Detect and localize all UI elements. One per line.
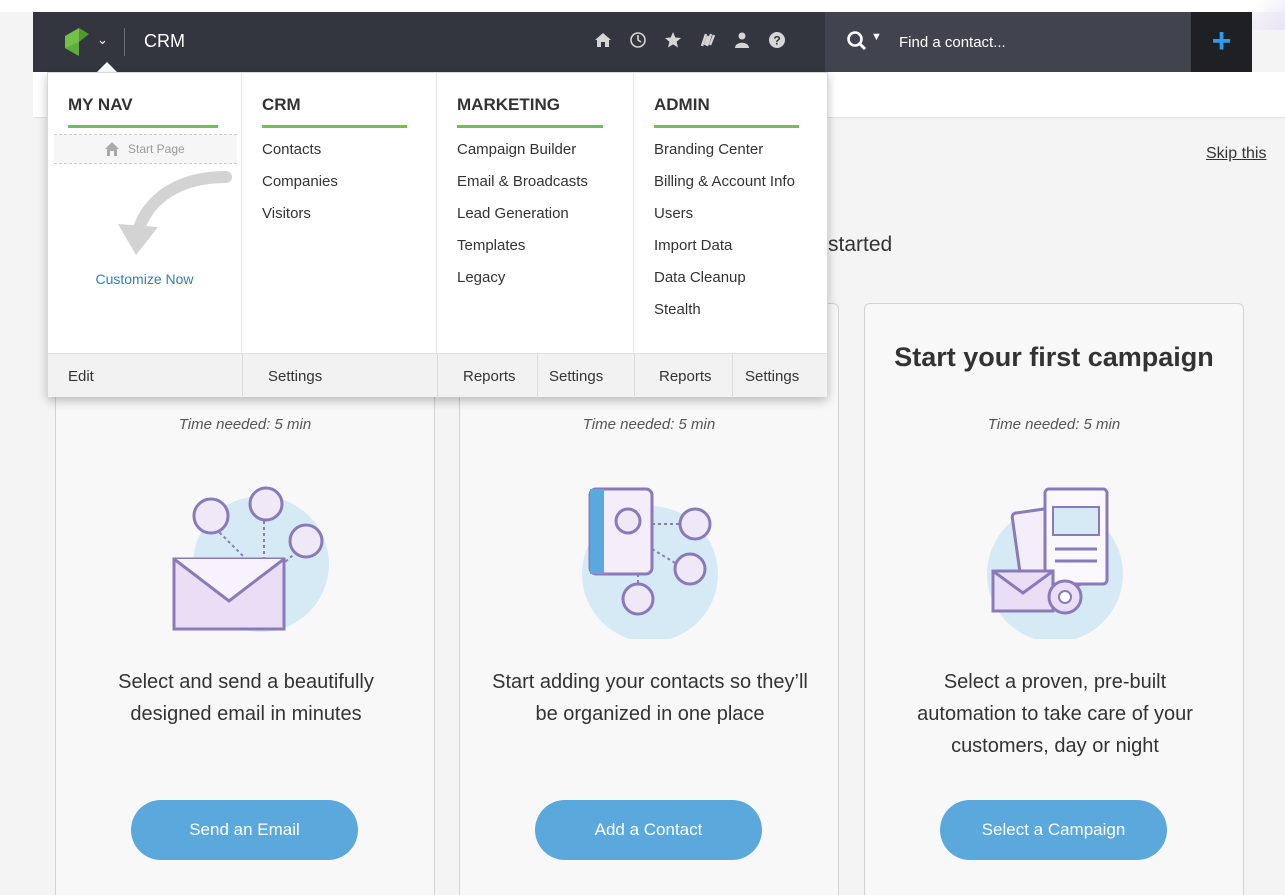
menu-column-my-nav: MY NAV Start Page Customize Now: [48, 73, 242, 353]
home-icon[interactable]: [592, 31, 614, 53]
card-time: Time needed: 5 min: [987, 416, 1121, 433]
footer-divider: [437, 354, 438, 398]
menu-item-legacy[interactable]: Legacy: [457, 269, 505, 286]
search-input[interactable]: [899, 26, 1169, 58]
menu-item-branding-center[interactable]: Branding Center: [654, 141, 763, 158]
email-illustration-icon: [172, 486, 329, 632]
home-icon: [105, 142, 119, 156]
add-button[interactable]: +: [1191, 12, 1252, 72]
footer-divider: [634, 354, 635, 398]
column-heading: ADMIN: [654, 95, 710, 114]
svg-text:?: ?: [773, 34, 780, 48]
menu-item-visitors[interactable]: Visitors: [262, 205, 311, 222]
menu-item-campaign-builder[interactable]: Campaign Builder: [457, 141, 576, 158]
footer-divider: [732, 354, 733, 398]
card-time: Time needed: 5 min: [178, 416, 312, 433]
menu-item-stealth[interactable]: Stealth: [654, 301, 701, 318]
start-page-label: Start Page: [128, 142, 185, 156]
footer-divider: [242, 354, 243, 398]
search-icon[interactable]: [845, 29, 869, 53]
menu-item-users[interactable]: Users: [654, 205, 693, 222]
start-page-slot[interactable]: Start Page: [54, 134, 237, 164]
app-logo-icon[interactable]: [65, 28, 89, 56]
contacts-illustration-icon: [582, 487, 718, 639]
admin-settings-link[interactable]: Settings: [745, 368, 799, 385]
user-icon[interactable]: [731, 31, 753, 53]
page-subtitle: started: [828, 233, 893, 256]
menu-item-templates[interactable]: Templates: [457, 237, 525, 254]
flag-icon[interactable]: [697, 31, 719, 53]
column-heading: MARKETING: [457, 95, 560, 114]
menu-item-email-broadcasts[interactable]: Email & Broadcasts: [457, 173, 588, 190]
menu-footer: Edit Settings Reports Settings Reports S…: [48, 353, 827, 398]
heading-underline: [457, 125, 603, 128]
marketing-settings-link[interactable]: Settings: [549, 368, 603, 385]
menu-item-contacts[interactable]: Contacts: [262, 141, 321, 158]
edit-link[interactable]: Edit: [68, 368, 94, 385]
send-email-button[interactable]: Send an Email: [131, 800, 358, 860]
chevron-down-icon[interactable]: ⌄: [97, 32, 108, 48]
card-time: Time needed: 5 min: [582, 416, 716, 433]
menu-item-lead-generation[interactable]: Lead Generation: [457, 205, 569, 222]
caret-down-icon[interactable]: ▼: [871, 31, 882, 43]
curved-arrow-icon: [118, 171, 232, 255]
skip-link[interactable]: Skip this: [1206, 145, 1266, 163]
admin-reports-link[interactable]: Reports: [659, 368, 712, 385]
select-campaign-button[interactable]: Select a Campaign: [940, 800, 1167, 860]
column-heading: CRM: [262, 95, 301, 114]
campaign-illustration-icon: [987, 487, 1123, 639]
card-description: Select and send a beautifully designed e…: [118, 671, 374, 725]
menu-column-marketing: MARKETING Campaign Builder Email & Broad…: [437, 73, 634, 353]
menu-item-billing-account-info[interactable]: Billing & Account Info: [654, 173, 795, 190]
app-name[interactable]: CRM: [144, 31, 185, 52]
clock-icon[interactable]: [627, 31, 649, 53]
add-contact-button[interactable]: Add a Contact: [535, 800, 762, 860]
customize-now-link[interactable]: Customize Now: [48, 271, 241, 287]
heading-underline: [262, 125, 407, 128]
menu-item-companies[interactable]: Companies: [262, 173, 338, 190]
help-icon[interactable]: ?: [766, 31, 788, 53]
menu-column-crm: CRM Contacts Companies Visitors: [242, 73, 437, 353]
column-heading: MY NAV: [68, 95, 133, 114]
search-area: ▼: [825, 12, 1191, 72]
footer-divider: [537, 354, 538, 398]
nav-divider: [124, 28, 125, 56]
top-navbar: ⌄ CRM ? ▼ +: [33, 12, 1252, 72]
card-title: Start your first campaign: [894, 342, 1214, 372]
heading-underline: [68, 125, 218, 128]
page-top-strip: [0, 0, 1285, 30]
marketing-reports-link[interactable]: Reports: [463, 368, 516, 385]
menu-item-import-data[interactable]: Import Data: [654, 237, 732, 254]
menu-item-data-cleanup[interactable]: Data Cleanup: [654, 269, 746, 286]
top-area: ⌄ CRM ? ▼ +: [0, 0, 1285, 72]
menu-column-admin: ADMIN Branding Center Billing & Account …: [634, 73, 827, 353]
star-icon[interactable]: [662, 31, 684, 53]
card-description: Start adding your contacts so they’ll be…: [492, 671, 808, 725]
card-description: Select a proven, pre-built automation to…: [917, 671, 1193, 757]
nav-dropdown-menu: MY NAV Start Page Customize Now CRM Cont…: [47, 72, 828, 398]
card-first-campaign: Start your first campaign Time needed: 5…: [864, 303, 1244, 895]
heading-underline: [654, 125, 799, 128]
crm-settings-link[interactable]: Settings: [268, 368, 322, 385]
menu-pointer: [97, 62, 117, 72]
